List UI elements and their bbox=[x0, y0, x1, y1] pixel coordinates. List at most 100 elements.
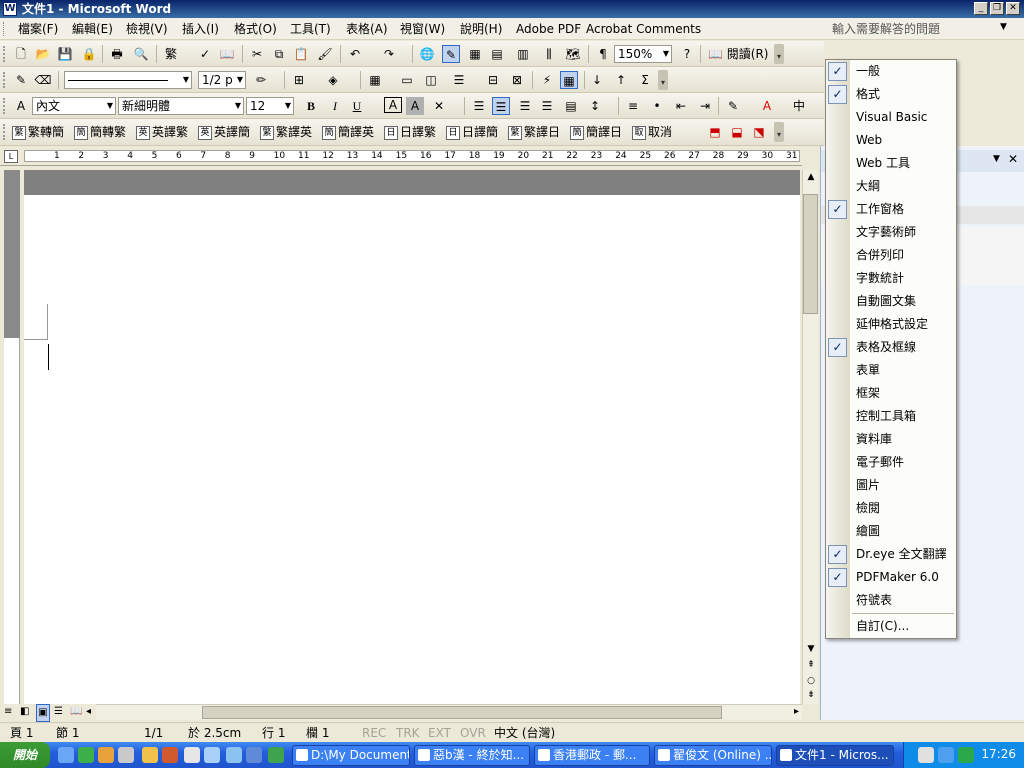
insert-excel-icon[interactable]: ▤ bbox=[488, 45, 506, 63]
align-center-icon[interactable]: ☰ bbox=[516, 97, 534, 115]
menu-2[interactable]: 檢視(V) bbox=[122, 21, 172, 37]
styles-formatting-icon[interactable]: A bbox=[12, 97, 30, 115]
menu-item-toolbar-13[interactable]: 表單 bbox=[826, 359, 956, 382]
permission-icon[interactable]: 🔒 bbox=[80, 45, 98, 63]
translate-button-10[interactable]: 取取消 bbox=[632, 123, 672, 141]
menu-item-toolbar-7[interactable]: 文字藝術師 bbox=[826, 221, 956, 244]
status-ovr[interactable]: OVR bbox=[460, 725, 486, 741]
translate-button-5[interactable]: 簡簡譯英 bbox=[322, 123, 374, 141]
menu-item-toolbar-15[interactable]: 控制工具箱 bbox=[826, 405, 956, 428]
document-map-icon[interactable]: 🗺 bbox=[564, 45, 582, 63]
previous-page-icon[interactable]: ⇞ bbox=[804, 660, 818, 670]
menu-item-toolbar-22[interactable]: ✓ PDFMaker 6.0 bbox=[826, 566, 956, 589]
scroll-right-icon[interactable]: ▸ bbox=[794, 706, 799, 717]
decrease-indent-icon[interactable]: ⇤ bbox=[672, 97, 690, 115]
status-ext[interactable]: EXT bbox=[428, 725, 451, 741]
quicklaunch-media-icon[interactable] bbox=[162, 747, 178, 763]
menu-0[interactable]: 檔案(F) bbox=[14, 21, 62, 37]
minimize-button[interactable]: _ bbox=[974, 2, 988, 15]
toolbar-grip[interactable] bbox=[3, 124, 6, 140]
line-style-combo[interactable]: ▼ bbox=[64, 71, 192, 89]
toolbar-grip[interactable] bbox=[3, 98, 6, 114]
drawing-icon[interactable]: ⫼ bbox=[540, 45, 558, 63]
word-app-icon[interactable]: W bbox=[3, 2, 17, 16]
columns-icon[interactable]: ▥ bbox=[514, 45, 532, 63]
tray-monitor-icon[interactable] bbox=[938, 747, 954, 763]
justify-icon[interactable]: ☰ bbox=[470, 97, 488, 115]
normal-view-icon[interactable]: ≡ bbox=[4, 704, 12, 720]
translate-button-8[interactable]: 繁繁譯日 bbox=[508, 123, 560, 141]
vertical-ruler[interactable] bbox=[4, 170, 20, 704]
split-cells-icon[interactable]: ◫ bbox=[422, 71, 440, 89]
character-scaling-icon[interactable]: ✕ bbox=[430, 97, 448, 115]
status-trk[interactable]: TRK bbox=[396, 725, 420, 741]
help-question-box[interactable]: 輸入需要解答的問題 bbox=[826, 20, 1012, 38]
insert-table-dropdown-icon[interactable]: ▦ bbox=[366, 71, 384, 89]
menu-3[interactable]: 插入(I) bbox=[178, 21, 223, 37]
align-right-icon[interactable]: ☰ bbox=[538, 97, 556, 115]
translate-button-9[interactable]: 簡簡譯日 bbox=[570, 123, 622, 141]
sort-descending-icon[interactable]: ↑ bbox=[612, 71, 630, 89]
cut-icon[interactable]: ✂ bbox=[248, 45, 266, 63]
font-color-icon[interactable]: A bbox=[758, 97, 776, 115]
menu-item-toolbar-20[interactable]: 繪圖 bbox=[826, 520, 956, 543]
tab-selector[interactable]: L bbox=[4, 150, 18, 163]
help-dropdown-icon[interactable]: ▼ bbox=[1000, 22, 1007, 32]
borders-icon[interactable]: ⊞ bbox=[290, 71, 308, 89]
translate-button-3[interactable]: 英英譯簡 bbox=[198, 123, 250, 141]
translate-button-1[interactable]: 簡簡轉繁 bbox=[74, 123, 126, 141]
menu-item-toolbar-11[interactable]: 延伸格式設定 bbox=[826, 313, 956, 336]
draw-table-icon[interactable]: ✎ bbox=[12, 71, 30, 89]
show-gridlines-icon[interactable]: ▦ bbox=[560, 71, 578, 89]
menu-item-toolbar-19[interactable]: 檢閱 bbox=[826, 497, 956, 520]
zoom-combo[interactable]: 150% ▼ bbox=[614, 45, 672, 63]
menu-9[interactable]: Adobe PDF bbox=[512, 21, 585, 37]
translate-button-6[interactable]: 日日譯繁 bbox=[384, 123, 436, 141]
asian-layout-icon[interactable]: 中 bbox=[790, 97, 808, 115]
menu-item-toolbar-17[interactable]: 電子郵件 bbox=[826, 451, 956, 474]
menu-7[interactable]: 視窗(W) bbox=[396, 21, 449, 37]
menu-4[interactable]: 格式(O) bbox=[230, 21, 281, 37]
copy-icon[interactable]: ⧉ bbox=[270, 45, 288, 63]
tray-network-icon[interactable] bbox=[918, 747, 934, 763]
distributed-icon[interactable]: ▤ bbox=[562, 97, 580, 115]
taskbar-button-0[interactable]: D:\My Document... bbox=[292, 745, 410, 766]
undo-icon[interactable]: ↶ bbox=[346, 45, 364, 63]
menu-item-toolbar-1[interactable]: ✓ 格式 bbox=[826, 83, 956, 106]
scroll-left-icon[interactable]: ◂ bbox=[86, 704, 91, 720]
quicklaunch-messenger-icon[interactable] bbox=[98, 747, 114, 763]
menu-item-toolbar-18[interactable]: 圖片 bbox=[826, 474, 956, 497]
menu-item-toolbar-3[interactable]: Web bbox=[826, 129, 956, 152]
quicklaunch-desktop-icon[interactable] bbox=[268, 747, 284, 763]
research-books-icon[interactable]: 📖 bbox=[218, 45, 236, 63]
taskbar-button-4[interactable]: 文件1 - Micros... bbox=[776, 745, 894, 766]
character-shading-button[interactable]: A bbox=[406, 97, 424, 115]
numbering-icon[interactable]: ≡ bbox=[624, 97, 642, 115]
menu-item-toolbar-4[interactable]: Web 工具 bbox=[826, 152, 956, 175]
menu-item-toolbar-0[interactable]: ✓ 一般 bbox=[826, 60, 956, 83]
quicklaunch-ie-icon[interactable] bbox=[58, 747, 74, 763]
highlight-icon[interactable]: ✎ bbox=[724, 97, 742, 115]
quicklaunch-network-icon[interactable] bbox=[226, 747, 242, 763]
line-spacing-icon[interactable]: ↕ bbox=[586, 97, 604, 115]
print-layout-icon[interactable]: ▣ bbox=[36, 704, 50, 722]
status-rec[interactable]: REC bbox=[362, 725, 386, 741]
menu-item-toolbar-8[interactable]: 合併列印 bbox=[826, 244, 956, 267]
menu-10[interactable]: Acrobat Comments bbox=[582, 21, 705, 37]
insert-table-icon[interactable]: ▦ bbox=[466, 45, 484, 63]
menu-item-toolbar-21[interactable]: ✓ Dr.eye 全文翻譯 bbox=[826, 543, 956, 566]
character-border-button[interactable]: A bbox=[384, 97, 402, 113]
sort-ascending-icon[interactable]: ↓ bbox=[588, 71, 606, 89]
quicklaunch-tool-icon[interactable] bbox=[184, 747, 200, 763]
menu-item-toolbar-23[interactable]: 符號表 bbox=[826, 589, 956, 612]
menu-1[interactable]: 編輯(E) bbox=[68, 21, 117, 37]
bullets-icon[interactable]: • bbox=[648, 97, 666, 115]
vertical-scrollbar[interactable]: ▲ ▼ ⇞ ○ ⇟ bbox=[802, 170, 818, 704]
read-button[interactable]: 📖 閱讀(R) bbox=[708, 45, 770, 63]
bold-button[interactable]: B bbox=[302, 97, 320, 115]
outline-view-icon[interactable]: ☰ bbox=[54, 704, 63, 720]
toolbar-grip[interactable] bbox=[3, 72, 6, 88]
taskbar-button-3[interactable]: 翟俊文 (Online) ... bbox=[654, 745, 772, 766]
help-icon[interactable]: ? bbox=[678, 45, 696, 63]
menu-item-toolbar-14[interactable]: 框架 bbox=[826, 382, 956, 405]
